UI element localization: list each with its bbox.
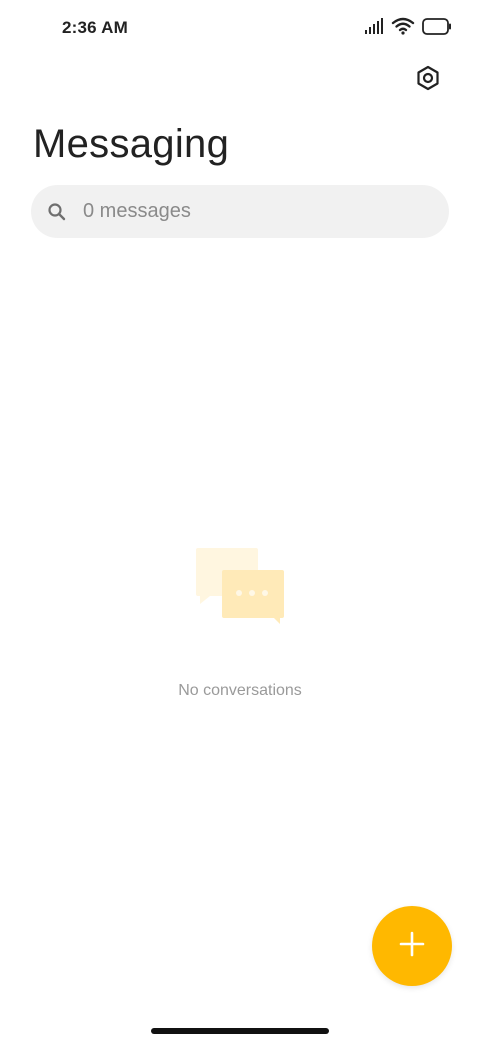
plus-icon [398, 930, 426, 963]
new-conversation-button[interactable] [372, 906, 452, 986]
search-input[interactable]: 0 messages [31, 185, 449, 238]
search-placeholder: 0 messages [83, 200, 191, 222]
home-indicator[interactable] [151, 1028, 329, 1034]
status-time: 2:36 AM [62, 18, 128, 37]
status-bar: 2:36 AM [0, 0, 480, 56]
battery-icon [422, 17, 452, 40]
settings-hexagon-icon [415, 65, 441, 96]
wifi-icon [391, 17, 415, 40]
chat-bubbles-icon [194, 546, 286, 626]
page-title: Messaging [33, 122, 230, 166]
settings-button[interactable] [412, 64, 444, 96]
search-icon [47, 202, 67, 222]
signal-icon [364, 18, 384, 39]
empty-state-message: No conversations [178, 682, 302, 699]
status-icons [364, 17, 452, 40]
